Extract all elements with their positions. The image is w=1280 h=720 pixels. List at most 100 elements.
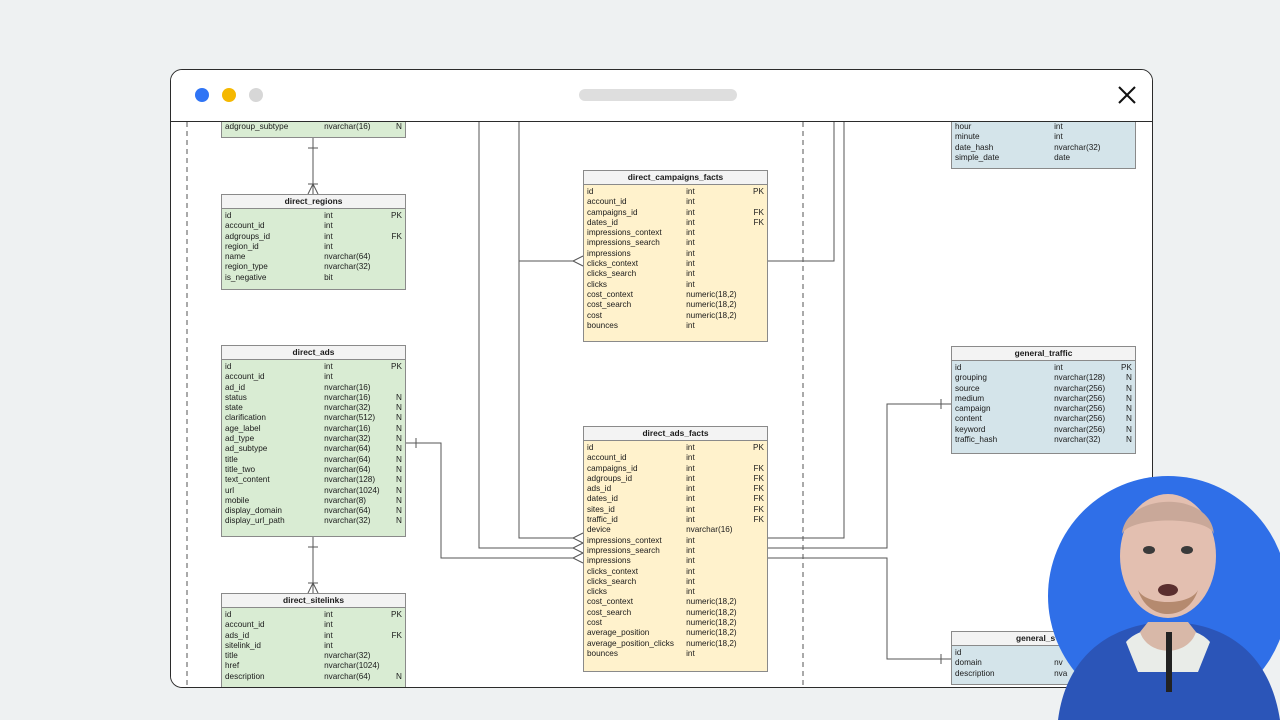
column-row: ad_id nvarchar(16) xyxy=(225,383,402,393)
column-type: numeric(18,2) xyxy=(686,618,737,628)
column-row: id int PK xyxy=(955,363,1132,373)
column-name: cost_context xyxy=(587,597,633,607)
column-row: clicks_search int xyxy=(587,269,764,279)
column-name: display_domain xyxy=(225,506,282,516)
table-direct-ads-facts[interactable]: direct_ads_facts id int PK account_id int cam… xyxy=(583,426,768,672)
column-type: int xyxy=(324,362,333,371)
column-key xyxy=(746,546,764,556)
table-direct-regions[interactable]: direct_regions id int PK account_id int adgro… xyxy=(221,194,406,290)
column-name: id xyxy=(955,363,962,372)
column-key: N xyxy=(396,392,402,402)
column-name: average_position xyxy=(587,628,650,638)
column-row: cost_search numeric(18,2) xyxy=(587,608,764,618)
column-type: int xyxy=(686,443,695,452)
column-type: int xyxy=(686,587,695,597)
column-name: href xyxy=(225,661,240,671)
yellow-dot[interactable] xyxy=(222,88,236,102)
column-row: content nvarchar(256) N xyxy=(955,414,1132,424)
table-direct-ads[interactable]: direct_ads id int PK account_id int ad_id nvar… xyxy=(221,345,406,537)
column-row: title nvarchar(32) xyxy=(225,651,402,661)
column-row: cost numeric(18,2) xyxy=(587,311,764,321)
column-type: nvarchar(16) xyxy=(324,122,371,131)
column-key: N xyxy=(396,506,402,516)
table-general-dates[interactable]: hour int minute int date_hash nvarchar(32) sim… xyxy=(951,122,1136,169)
column-row: text_content nvarchar(128) N xyxy=(225,475,402,485)
close-icon[interactable] xyxy=(1116,84,1138,106)
column-key xyxy=(384,273,402,283)
column-type: nvarchar(512) xyxy=(324,413,376,423)
column-row: campaign nvarchar(256) N xyxy=(955,404,1132,414)
column-key: N xyxy=(1126,383,1132,393)
column-type: int xyxy=(324,640,333,650)
column-row: sites_id int FK xyxy=(587,505,764,515)
column-row: campaigns_id int FK xyxy=(587,208,764,218)
gray-dot[interactable] xyxy=(249,88,263,102)
column-name: url xyxy=(225,485,235,495)
column-name: adgroup_subtype xyxy=(225,122,289,131)
column-key xyxy=(384,262,402,272)
column-name: hour xyxy=(955,122,972,131)
column-type: int xyxy=(1054,363,1063,372)
column-name: id xyxy=(225,610,232,619)
er-diagram-canvas[interactable]: adgroup_subtype nvarchar(16) N direct_regi… xyxy=(171,122,1152,687)
column-name: clicks_context xyxy=(587,259,638,269)
column-row: dates_id int FK xyxy=(587,218,764,228)
column-type: date xyxy=(1054,152,1071,162)
column-name: account_id xyxy=(225,372,265,382)
column-row: average_position numeric(18,2) xyxy=(587,628,764,638)
column-row: account_id int xyxy=(225,221,402,231)
column-type: nvarchar(32) xyxy=(324,434,371,444)
column-row: clicks_context int xyxy=(587,567,764,577)
column-name: clarification xyxy=(225,413,266,423)
table-direct-adgroups[interactable]: adgroup_subtype nvarchar(16) N xyxy=(221,122,406,138)
table-direct-campaigns-facts[interactable]: direct_campaigns_facts id int PK account_id… xyxy=(583,170,768,342)
column-name: dates_id xyxy=(587,494,618,504)
blue-dot[interactable] xyxy=(195,88,209,102)
column-row: cost numeric(18,2) xyxy=(587,618,764,628)
column-row: grouping nvarchar(128) N xyxy=(955,373,1132,383)
column-type: int xyxy=(1054,132,1063,142)
column-key: FK xyxy=(753,463,764,473)
column-name: sites_id xyxy=(587,504,615,514)
table-rows: adgroup_subtype nvarchar(16) N xyxy=(222,122,405,134)
column-row: clicks int xyxy=(587,280,764,290)
column-row: ads_id int FK xyxy=(225,631,402,641)
table-rows: id int PK account_id int adgroups_id int FK regi… xyxy=(222,209,405,285)
column-row: adgroups_id int FK xyxy=(587,474,764,484)
column-name: impressions_search xyxy=(587,238,660,248)
column-row: source nvarchar(256) N xyxy=(955,384,1132,394)
column-row: ad_subtype nvarchar(64) N xyxy=(225,444,402,454)
column-key xyxy=(746,577,764,587)
column-type: int xyxy=(324,241,333,251)
column-name: medium xyxy=(955,393,985,403)
table-rows: id int PK grouping nvarchar(128) Nsource nvarc… xyxy=(952,361,1135,447)
column-key xyxy=(384,383,402,393)
column-name: ad_type xyxy=(225,434,255,444)
column-key xyxy=(746,597,764,607)
window-titlebar xyxy=(171,70,1152,122)
column-name: cost_search xyxy=(587,300,632,310)
column-row: clicks_context int xyxy=(587,259,764,269)
table-direct-sitelinks[interactable]: direct_sitelinks id int PK account_id int ads… xyxy=(221,593,406,687)
table-title: direct_campaigns_facts xyxy=(584,171,767,185)
column-row: url nvarchar(1024) N xyxy=(225,486,402,496)
column-key xyxy=(746,249,764,259)
column-row: impressions int xyxy=(587,249,764,259)
column-name: title_two xyxy=(225,464,256,474)
column-key: FK xyxy=(391,630,402,640)
column-row: average_position_clicks numeric(18,2) xyxy=(587,639,764,649)
column-name: clicks xyxy=(587,587,608,597)
column-name: description xyxy=(955,668,995,678)
column-row: age_label nvarchar(16) N xyxy=(225,424,402,434)
column-type: int xyxy=(324,221,333,231)
table-rows: id int PK account_id int ad_id nvarchar(16) sta… xyxy=(222,360,405,529)
table-general-traffic[interactable]: general_traffic id int PK grouping nvarchar(… xyxy=(951,346,1136,454)
address-bar[interactable] xyxy=(579,89,737,101)
column-type: int xyxy=(686,576,695,586)
column-name: title xyxy=(225,454,238,464)
column-type: int xyxy=(686,279,695,289)
column-type: numeric(18,2) xyxy=(686,597,737,607)
column-row: href nvarchar(1024) xyxy=(225,661,402,671)
column-key xyxy=(746,639,764,649)
column-key xyxy=(746,228,764,238)
